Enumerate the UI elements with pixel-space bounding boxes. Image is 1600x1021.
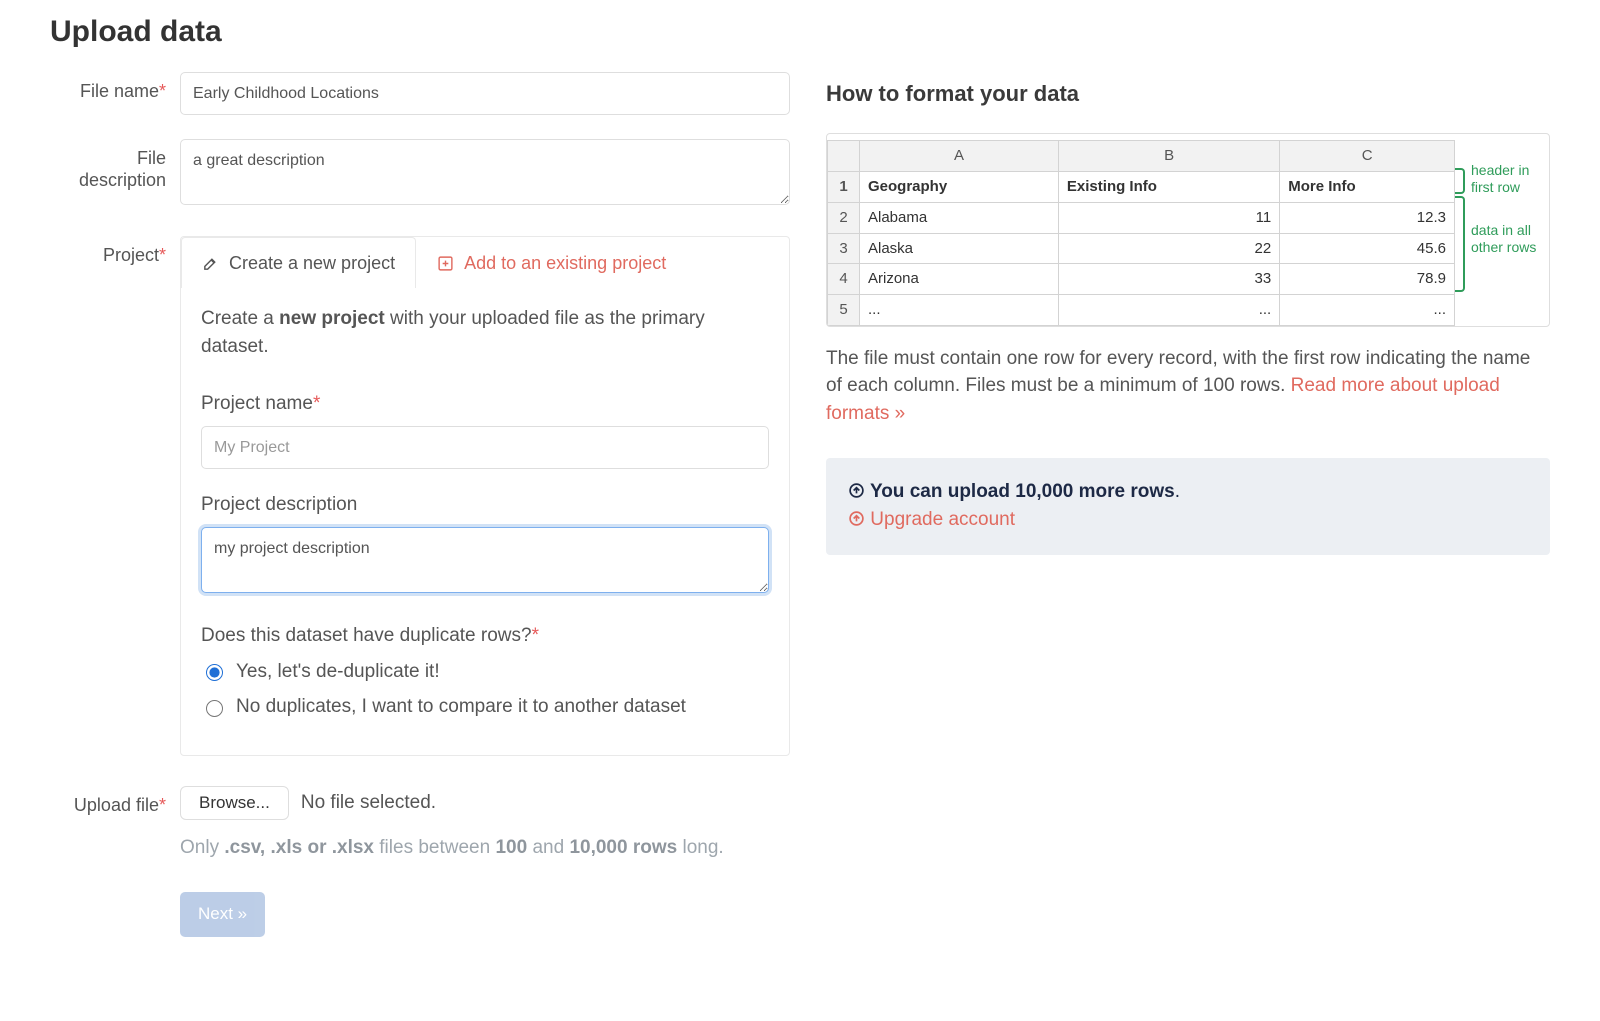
row-upload-file: Upload file* Browse... No file selected.… xyxy=(50,786,790,862)
tab-create-project-label: Create a new project xyxy=(229,250,395,276)
create-project-lead: Create a new project with your uploaded … xyxy=(201,305,769,360)
radio-dedupe-no-input[interactable] xyxy=(206,700,223,717)
project-tabs: Create a new project Add to an existing … xyxy=(181,237,789,287)
row-file-name: File name* xyxy=(50,72,790,115)
howto-paragraph: The file must contain one row for every … xyxy=(826,345,1550,428)
plus-square-icon xyxy=(437,255,454,272)
radio-dedupe-yes[interactable]: Yes, let's de-duplicate it! xyxy=(201,658,769,686)
browse-button[interactable]: Browse... xyxy=(180,786,289,821)
label-project-description: Project description xyxy=(201,491,769,519)
upload-status: No file selected. xyxy=(301,789,436,817)
spreadsheet-table: A B C 1 Geography Existing Info More Inf… xyxy=(827,140,1455,326)
upload-limit-well: You can upload 10,000 more rows. Upgrade… xyxy=(826,458,1550,555)
arrow-up-circle-icon xyxy=(848,510,865,527)
page-title: Upload data xyxy=(50,10,1550,54)
label-file-description: File description xyxy=(50,139,180,192)
label-project-name: Project name* xyxy=(201,390,769,418)
arrow-up-circle-icon xyxy=(848,482,865,499)
file-name-input[interactable] xyxy=(180,72,790,115)
upgrade-account-link[interactable]: Upgrade account xyxy=(870,509,1015,530)
spreadsheet-annotations: header in first row data in all other ro… xyxy=(1455,140,1549,326)
row-file-description: File description xyxy=(50,139,790,212)
label-file-name: File name* xyxy=(50,72,180,103)
tab-existing-project-label: Add to an existing project xyxy=(464,250,666,276)
howto-title: How to format your data xyxy=(826,78,1550,110)
tab-create-project[interactable]: Create a new project xyxy=(181,237,416,288)
row-project: Project* Create a new project xyxy=(50,236,790,756)
spreadsheet-example: A B C 1 Geography Existing Info More Inf… xyxy=(826,133,1550,327)
upload-hint: Only .csv, .xls or .xlsx files between 1… xyxy=(180,834,790,862)
label-project: Project* xyxy=(50,236,180,267)
file-description-input[interactable] xyxy=(180,139,790,205)
edit-icon xyxy=(202,255,219,272)
project-description-input[interactable] xyxy=(201,527,769,593)
tab-existing-project[interactable]: Add to an existing project xyxy=(416,237,687,288)
row-submit: Next » xyxy=(50,892,790,937)
next-button[interactable]: Next » xyxy=(180,892,265,937)
project-tabs-panel: Create a new project Add to an existing … xyxy=(180,236,790,756)
label-upload-file: Upload file* xyxy=(50,786,180,817)
radio-dedupe-no[interactable]: No duplicates, I want to compare it to a… xyxy=(201,693,769,721)
project-name-input[interactable] xyxy=(201,426,769,469)
create-project-pane: Create a new project with your uploaded … xyxy=(181,287,789,754)
label-dedupe-question: Does this dataset have duplicate rows?* xyxy=(201,622,769,650)
radio-dedupe-yes-input[interactable] xyxy=(206,664,223,681)
